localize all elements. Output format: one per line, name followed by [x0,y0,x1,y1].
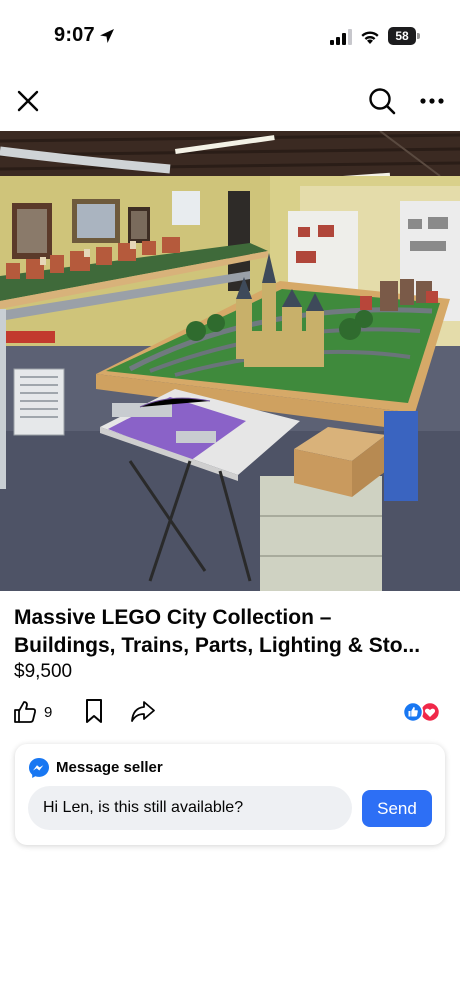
more-icon[interactable] [420,97,444,105]
location-arrow-icon [100,29,114,43]
message-seller-label: Message seller [56,759,163,776]
like-button[interactable]: 9 [12,698,52,726]
listing-price: $9,500 [14,661,73,682]
status-time: 9:07 [54,24,95,46]
reactions-icon[interactable] [402,701,442,723]
share-icon[interactable] [130,699,156,723]
listing-title: Massive LEGO City Collection – Buildings… [14,604,450,660]
message-input[interactable] [28,786,352,830]
send-button[interactable]: Send [362,790,432,827]
listing-title-line2: Buildings, Trains, Parts, Lighting & Sto… [14,634,421,657]
like-count: 9 [44,703,53,721]
lego-layout-photo [0,131,460,591]
wifi-icon [361,31,379,44]
search-icon[interactable] [368,87,396,115]
close-icon[interactable] [16,89,40,113]
listing-photo[interactable] [0,131,460,591]
battery-level: 58 [395,29,409,43]
battery-icon: 58 [388,27,420,45]
messenger-icon [29,758,49,778]
bookmark-icon[interactable] [82,698,106,724]
listing-title-line1: Massive LEGO City Collection – [14,606,332,629]
cellular-signal-icon [330,29,352,45]
message-seller-card: Message seller Send [15,744,445,845]
thumbs-up-icon [14,701,36,723]
status-bar: 9:07 58 [0,0,460,70]
